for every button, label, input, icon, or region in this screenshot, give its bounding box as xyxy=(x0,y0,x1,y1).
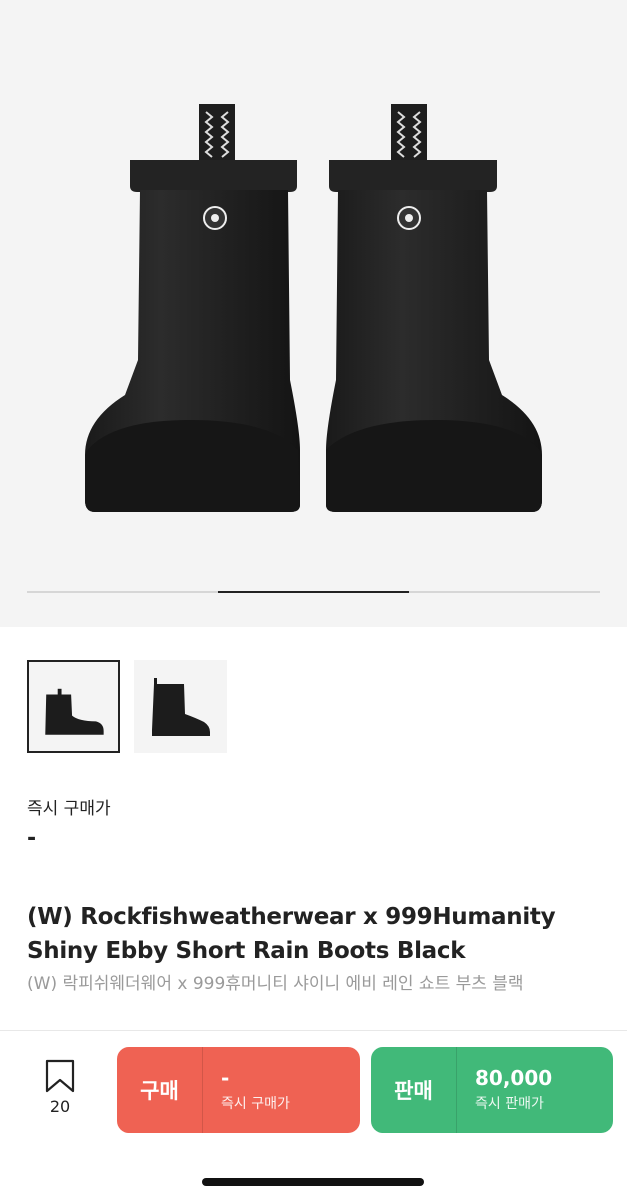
thumbnail-list xyxy=(27,660,227,753)
product-title-korean: (W) 락피쉬웨더웨어 x 999휴머니티 샤이니 에비 레인 쇼트 부츠 블랙 xyxy=(27,974,524,994)
bottom-action-bar: 20 구매 - 즉시 구매가 판매 80,000 즉시 판매가 xyxy=(0,1030,627,1200)
carousel-progress-fill xyxy=(218,591,409,593)
product-image[interactable] xyxy=(0,0,627,627)
image-carousel-progress xyxy=(27,591,600,593)
buy-price: - xyxy=(221,1066,230,1090)
rain-boots-image xyxy=(85,104,542,512)
home-indicator xyxy=(202,1178,424,1186)
product-title-english: (W) Rockfishweatherwear x 999Humanity Sh… xyxy=(27,904,556,964)
instant-buy-price-label: 즉시 구매가 xyxy=(27,799,111,819)
sell-price: 80,000 xyxy=(475,1066,553,1090)
sell-label: 판매 xyxy=(371,1047,457,1133)
instant-buy-price-value: - xyxy=(27,826,37,851)
wishlist-button[interactable]: 20 xyxy=(38,1059,82,1116)
boot-side-thumbnail xyxy=(45,688,104,735)
bookmark-icon xyxy=(45,1059,75,1093)
sell-price-caption: 즉시 판매가 xyxy=(475,1096,544,1112)
wishlist-count: 20 xyxy=(49,1097,71,1116)
buy-label: 구매 xyxy=(117,1047,203,1133)
thumbnail-1[interactable] xyxy=(27,660,120,753)
buy-price-caption: 즉시 구매가 xyxy=(221,1096,290,1112)
sell-button[interactable]: 판매 80,000 즉시 판매가 xyxy=(371,1047,613,1133)
thumbnail-2[interactable] xyxy=(134,660,227,753)
buy-button[interactable]: 구매 - 즉시 구매가 xyxy=(117,1047,360,1133)
boot-angle-thumbnail xyxy=(152,678,210,736)
